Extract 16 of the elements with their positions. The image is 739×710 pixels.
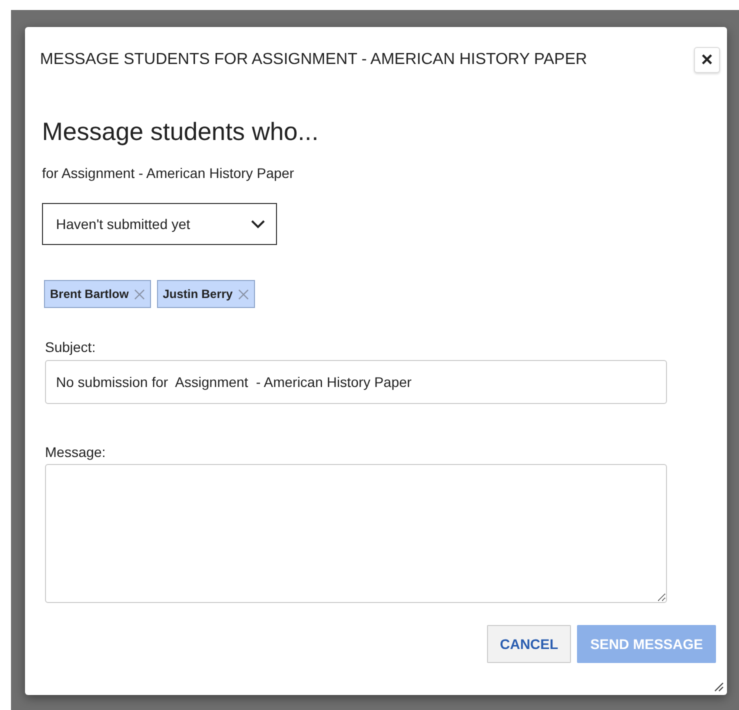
message-field[interactable] [45,464,667,603]
assignment-subtitle: for Assignment - American History Paper [42,165,296,181]
chevron-down-icon [250,219,266,229]
remove-icon[interactable] [238,288,249,300]
resize-grip-icon[interactable] [712,680,724,692]
remove-icon[interactable] [134,288,145,300]
subject-label: Subject: [45,339,97,355]
filter-dropdown[interactable]: Haven't submitted yet [42,203,277,245]
close-button[interactable]: × [694,47,720,73]
recipient-name: Brent Bartlow [50,287,129,301]
dialog-heading: Message students who... [42,117,320,147]
subject-field[interactable]: No submission for Assignment - American History Paper [45,360,667,404]
message-label: Message: [45,444,107,460]
dialog-title: MESSAGE STUDENTS FOR ASSIGNMENT - AMERICAN HISTORY PAPER [40,51,588,69]
recipient-name: Justin Berry [162,287,233,301]
cancel-button[interactable]: CANCEL [486,625,572,663]
